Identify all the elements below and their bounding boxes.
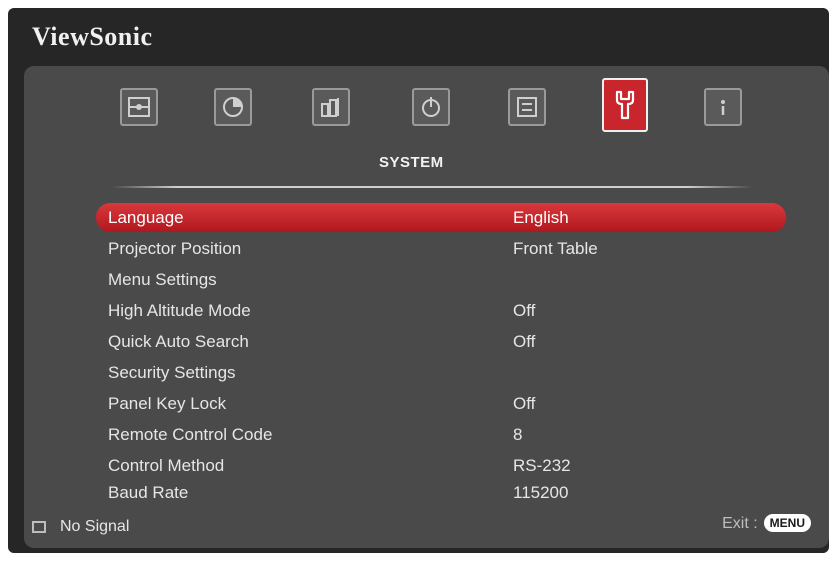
menu-item-value: Off	[513, 332, 536, 351]
menu-item-label: Baud Rate	[108, 483, 189, 502]
section-title: SYSTEM	[379, 154, 444, 171]
menu-item-value: English	[513, 208, 569, 227]
tab-information[interactable]	[704, 88, 742, 126]
power-icon	[422, 97, 440, 117]
menu-key-badge[interactable]: MENU	[763, 514, 811, 532]
input-source-icon	[32, 521, 46, 533]
menu-item-language[interactable]: Language English	[96, 203, 786, 232]
exit-hint: Exit : MENU	[722, 514, 811, 533]
menu-item-label: Projector Position	[108, 239, 242, 258]
menu-item-remote-control-code[interactable]: Remote Control Code 8	[96, 420, 786, 449]
menu-item-label: Quick Auto Search	[108, 332, 249, 351]
exit-label: Exit :	[722, 515, 758, 532]
tab-power[interactable]	[412, 88, 450, 126]
divider	[112, 186, 752, 188]
menu-item-value: Off	[513, 301, 536, 320]
menu-item-label: Control Method	[108, 456, 225, 475]
menu-item-label: Panel Key Lock	[108, 394, 227, 413]
osd-window: ViewSonic SYSTEM Language English Projec…	[8, 8, 829, 553]
tab-color[interactable]	[214, 88, 252, 126]
system-wrench-icon	[615, 90, 635, 120]
menu-item-baud-rate[interactable]: Baud Rate 115200	[96, 478, 786, 507]
menu-item-label: High Altitude Mode	[108, 301, 251, 320]
menu-item-label: Language	[108, 208, 184, 227]
menu-item-label: Security Settings	[108, 363, 236, 382]
signal-status: No Signal	[32, 518, 129, 536]
menu-item-value: 115200	[513, 483, 569, 502]
tab-image-settings[interactable]	[312, 88, 350, 126]
tab-system[interactable]	[602, 78, 648, 132]
menu-item-projector-position[interactable]: Projector Position Front Table	[96, 234, 786, 263]
tab-picture[interactable]	[120, 88, 158, 126]
tab-basic[interactable]	[508, 88, 546, 126]
menu-item-high-altitude-mode[interactable]: High Altitude Mode Off	[96, 296, 786, 325]
information-icon	[721, 100, 725, 115]
picture-icon	[128, 97, 150, 117]
menu-item-menu-settings[interactable]: Menu Settings	[96, 265, 786, 294]
basic-icon	[517, 97, 537, 117]
menu-item-value: Off	[513, 394, 536, 413]
menu-item-value: 8	[513, 425, 523, 444]
menu-item-panel-key-lock[interactable]: Panel Key Lock Off	[96, 389, 786, 418]
menu-item-value: Front Table	[513, 239, 598, 258]
color-icon	[223, 97, 243, 117]
signal-status-text: No Signal	[60, 518, 130, 535]
menu-panel: SYSTEM Language English Projector Positi…	[24, 66, 829, 548]
brand-logo: ViewSonic	[32, 22, 153, 51]
menu-item-label: Menu Settings	[108, 270, 217, 289]
menu-item-value: RS-232	[513, 456, 571, 475]
menu-item-label: Remote Control Code	[108, 425, 273, 444]
menu-item-control-method[interactable]: Control Method RS-232	[96, 451, 786, 480]
image-settings-icon	[321, 98, 339, 117]
menu-item-security-settings[interactable]: Security Settings	[96, 358, 786, 387]
menu-item-quick-auto-search[interactable]: Quick Auto Search Off	[96, 327, 786, 356]
